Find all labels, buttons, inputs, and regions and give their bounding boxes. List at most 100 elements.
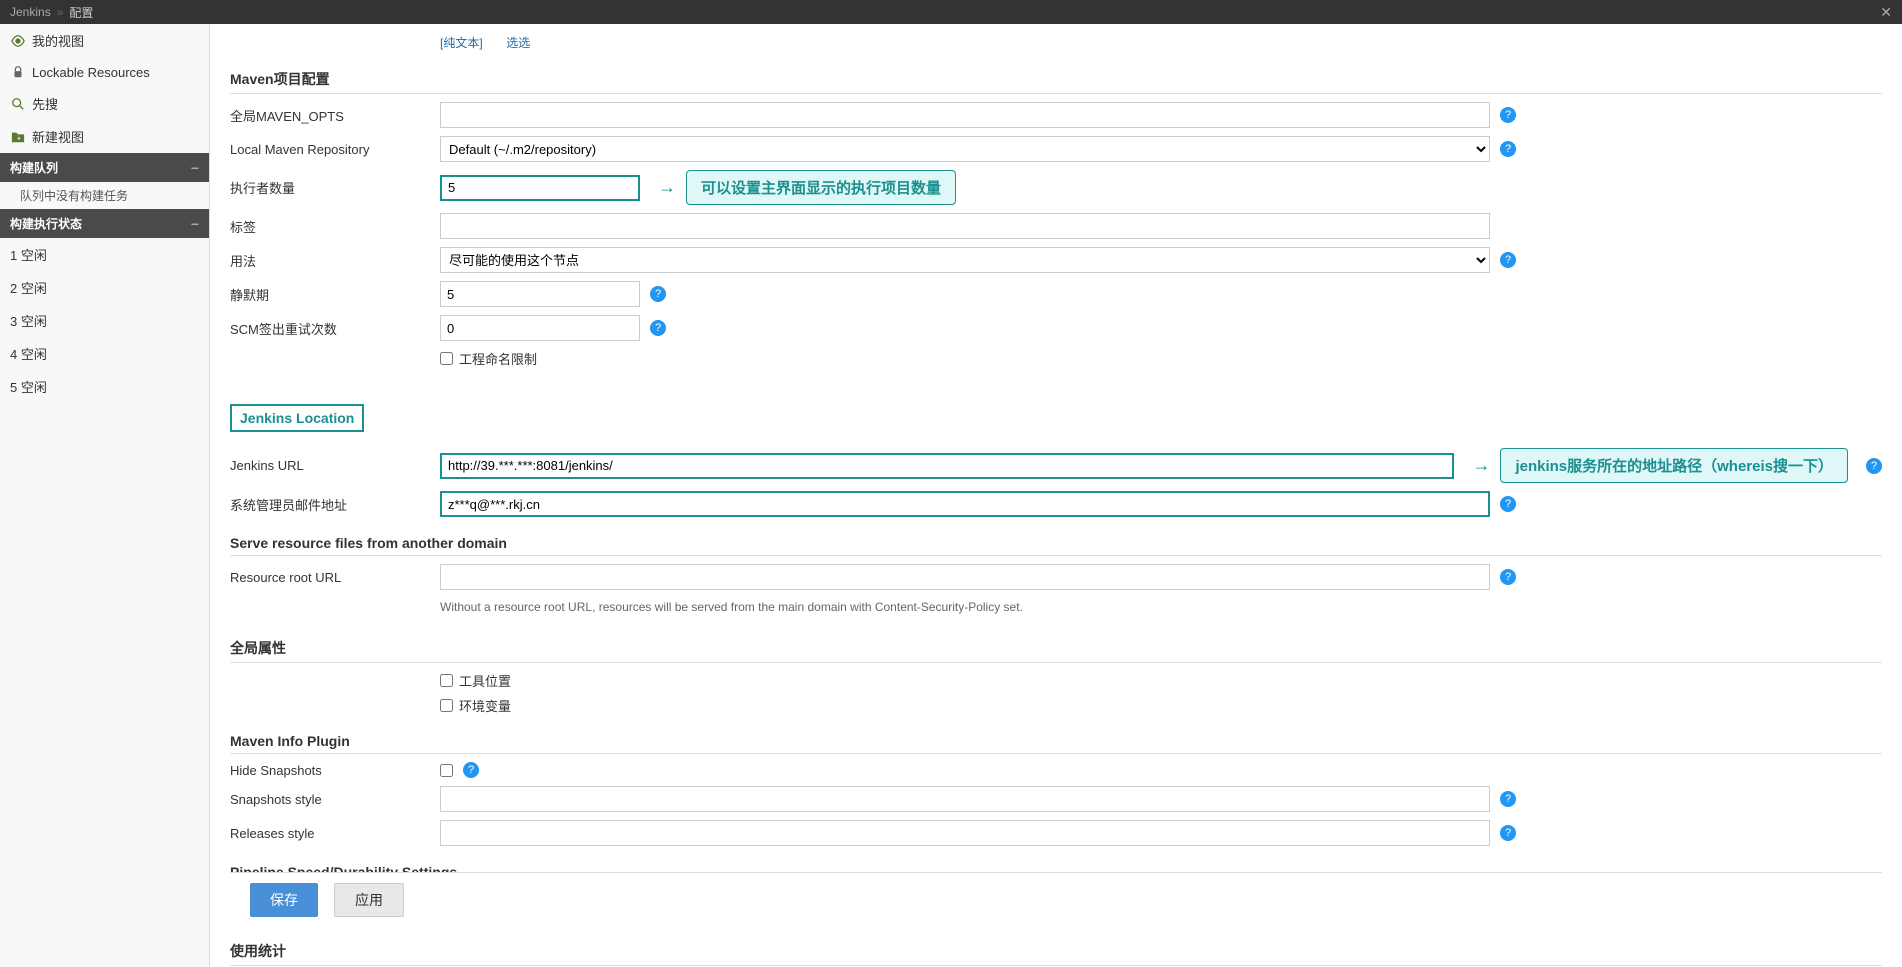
scm-retry-row: SCM签出重试次数 ? [230,315,1882,341]
search-icon [10,96,26,112]
maven-info-plugin-title: Maven Info Plugin [230,733,1882,754]
usage-select[interactable]: 尽可能的使用这个节点 [440,247,1490,273]
scm-retry-info-icon[interactable]: ? [650,320,666,336]
quiet-period-input[interactable] [440,281,640,307]
global-properties-title: 全局属性 [230,638,1882,663]
snapshots-style-row: Snapshots style ? [230,786,1882,812]
project-name-limit-checkbox[interactable] [440,352,453,365]
bottom-action-bar: 保存 应用 [230,872,1882,927]
sidebar-label-search: 先搜 [32,94,58,113]
build-executor-1[interactable]: 1 空闲 [0,238,209,271]
maven-section-title: Maven项目配置 [230,69,1882,94]
releases-style-input[interactable] [440,820,1490,846]
executor-1-label: 1 空闲 [10,245,47,264]
executor-2-label: 2 空闲 [10,278,47,297]
save-button[interactable]: 保存 [250,883,318,917]
releases-style-label: Releases style [230,826,430,841]
jenkins-url-label: Jenkins URL [230,458,430,473]
build-status-label: 构建执行状态 [10,215,82,232]
local-maven-repo-select[interactable]: Default (~/.m2/repository) [440,136,1490,162]
scm-retry-input[interactable] [440,315,640,341]
maven-opts-info-icon[interactable]: ? [1500,107,1516,123]
executor-count-input[interactable] [440,175,640,201]
jenkins-url-input[interactable] [440,453,1454,479]
maven-opts-input[interactable] [440,102,1490,128]
maven-opts-row: 全局MAVEN_OPTS ? [230,102,1882,128]
select-link[interactable]: 选选 [506,34,530,51]
env-vars-checkbox[interactable] [440,699,453,712]
sidebar-item-search[interactable]: 先搜 [0,87,209,120]
sidebar-label-new-view: 新建视图 [32,127,84,146]
executor-count-row: 执行者数量 → 可以设置主界面显示的执行项目数量 [230,170,1882,205]
executor-4-label: 4 空闲 [10,344,47,363]
sidebar-label-lockable: Lockable Resources [32,65,150,80]
resource-root-url-hint: Without a resource root URL, resources w… [230,598,1882,620]
usage-info-icon[interactable]: ? [1500,252,1516,268]
jenkins-url-annotation-arrow: → [1472,455,1490,476]
svg-text:+: + [17,135,21,142]
env-vars-label: 环境变量 [459,696,511,715]
label-input[interactable] [440,213,1490,239]
hide-snapshots-label: Hide Snapshots [230,763,430,778]
lock-icon [10,64,26,80]
snapshots-style-info-icon[interactable]: ? [1500,791,1516,807]
executor-annotation-arrow: → [658,177,676,198]
sidebar-item-my-view[interactable]: 我的视图 [0,24,209,57]
breadcrumb-bar: Jenkins » 配置 ✕ [0,0,1902,24]
releases-style-row: Releases style ? [230,820,1882,846]
admin-email-input[interactable] [440,491,1490,517]
label-row: 标签 [230,213,1882,239]
breadcrumb-home[interactable]: Jenkins [10,5,51,19]
executor-5-label: 5 空闲 [10,377,47,396]
hide-snapshots-info-icon[interactable]: ? [463,762,479,778]
releases-style-info-icon[interactable]: ? [1500,825,1516,841]
quiet-period-row: 静默期 ? [230,281,1882,307]
project-name-limit-label: 工程命名限制 [459,349,537,368]
resource-root-url-input[interactable] [440,564,1490,590]
apply-button[interactable]: 应用 [334,883,404,917]
resource-root-url-row: Resource root URL ? [230,564,1882,590]
folder-plus-icon: + [10,129,26,145]
build-executor-3[interactable]: 3 空闲 [0,304,209,337]
jenkins-location-title: Jenkins Location [230,404,364,432]
build-queue-empty: 队列中没有构建任务 [0,182,209,209]
resource-root-url-label: Resource root URL [230,570,430,585]
admin-email-label: 系统管理员邮件地址 [230,495,430,514]
admin-email-row: 系统管理员邮件地址 ? [230,491,1882,517]
breadcrumb-separator: » [57,5,64,19]
quiet-period-info-icon[interactable]: ? [650,286,666,302]
build-executor-2[interactable]: 2 空闲 [0,271,209,304]
sidebar-item-lockable-resources[interactable]: Lockable Resources [0,57,209,87]
resource-root-url-info-icon[interactable]: ? [1500,569,1516,585]
close-icon[interactable]: ✕ [1880,4,1892,21]
tool-locations-checkbox[interactable] [440,674,453,687]
build-queue-label: 构建队列 [10,159,58,176]
local-maven-repo-info-icon[interactable]: ? [1500,141,1516,157]
hide-snapshots-checkbox[interactable] [440,764,453,777]
label-label: 标签 [230,217,430,236]
jenkins-url-info-icon[interactable]: ? [1866,458,1882,474]
jenkins-url-row: Jenkins URL → jenkins服务所在的地址路径（whereis搜一… [230,448,1882,483]
executor-annotation: 可以设置主界面显示的执行项目数量 [686,170,956,205]
main-content: [纯文本] 选选 Maven项目配置 全局MAVEN_OPTS ? Local … [210,24,1902,967]
usage-row: 用法 尽可能的使用这个节点 ? [230,247,1882,273]
plain-text-link[interactable]: [纯文本] [440,34,483,51]
sidebar: 我的视图 Lockable Resources 先搜 + 新建视图 构建队列 −… [0,24,210,967]
executor-3-label: 3 空闲 [10,311,47,330]
sidebar-item-new-view[interactable]: + 新建视图 [0,120,209,153]
tool-locations-row: 工具位置 [230,671,1882,690]
snapshots-style-input[interactable] [440,786,1490,812]
executor-count-label: 执行者数量 [230,178,430,197]
build-executor-5[interactable]: 5 空闲 [0,370,209,403]
usage-stats-title: 使用统计 [230,941,1882,966]
env-vars-row: 环境变量 [230,696,1882,715]
sidebar-label-my-view: 我的视图 [32,31,84,50]
jenkins-url-annotation: jenkins服务所在的地址路径（whereis搜一下） [1500,448,1848,483]
build-queue-section: 构建队列 − [0,153,209,182]
build-status-collapse[interactable]: − [191,216,199,232]
build-executor-4[interactable]: 4 空闲 [0,337,209,370]
build-queue-collapse[interactable]: − [191,160,199,176]
breadcrumb-current: 配置 [69,4,93,21]
admin-email-info-icon[interactable]: ? [1500,496,1516,512]
snapshots-style-label: Snapshots style [230,792,430,807]
